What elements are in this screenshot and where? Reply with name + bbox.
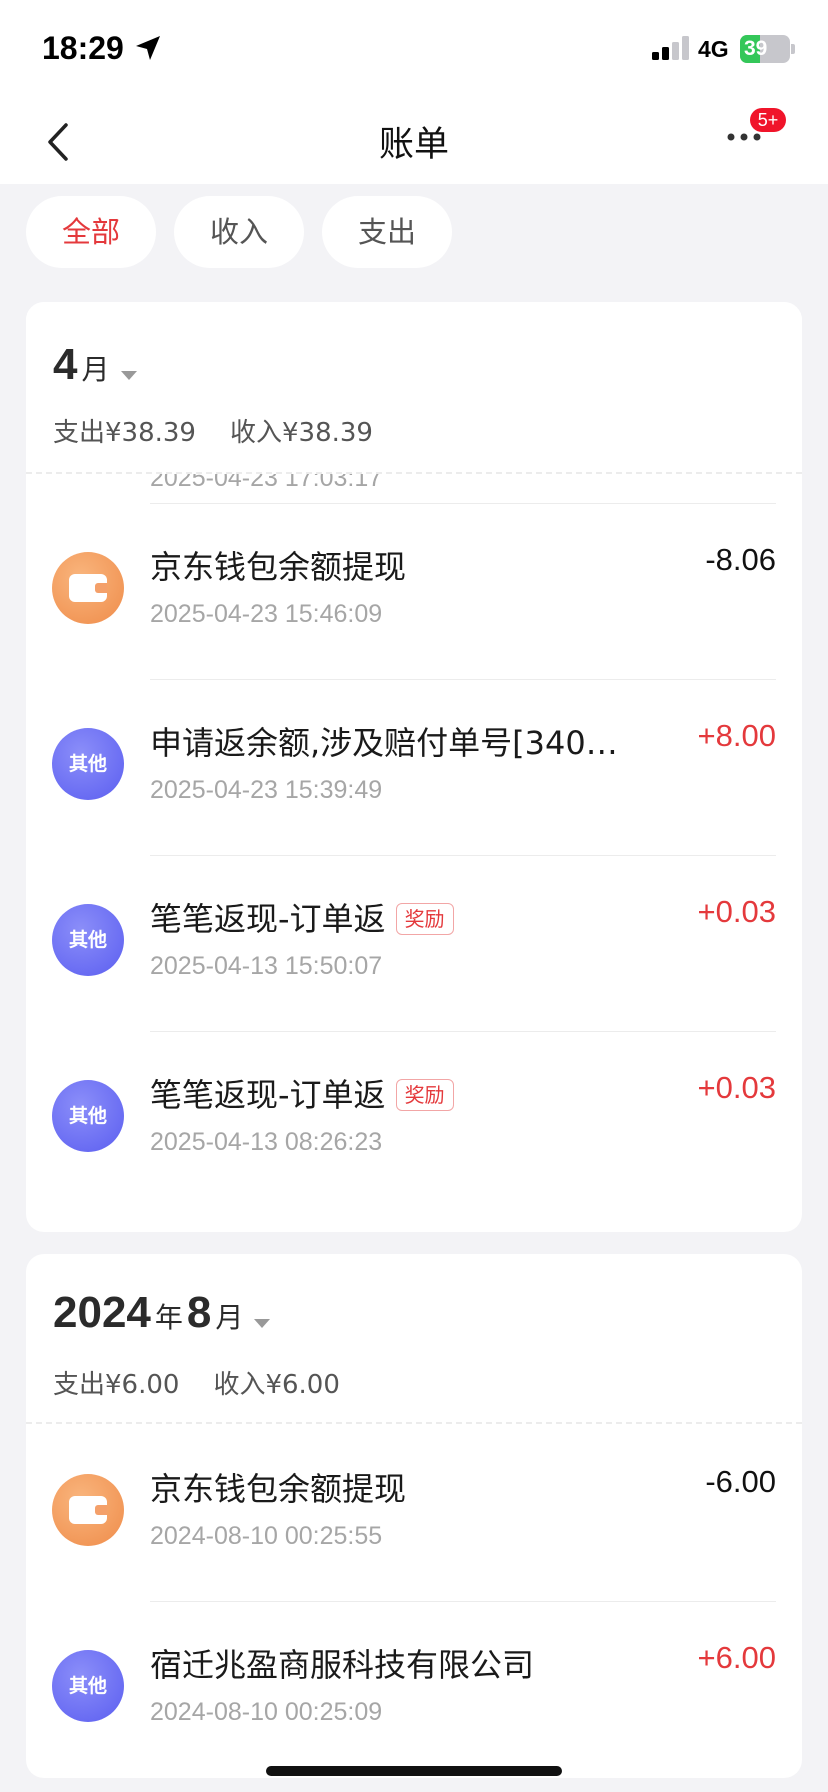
notification-badge: 5+ <box>750 108 786 132</box>
location-arrow-icon <box>136 36 160 60</box>
month-number: 4 <box>53 340 78 389</box>
section-header: 4月 支出¥38.39 收入¥38.39 <box>26 302 802 474</box>
income-total: 收入¥6.00 <box>213 1370 340 1400</box>
other-category-icon: 其他 <box>52 904 124 976</box>
caret-down-icon <box>120 370 137 380</box>
bill-section-april: 2025-04-23 17:03:17 京东钱包余额提现 2025-04-23 … <box>26 302 802 1232</box>
month-selector[interactable]: 4月 <box>53 340 138 390</box>
transaction-amount: +0.03 <box>697 894 776 929</box>
reward-tag: 奖励 <box>395 903 454 935</box>
expense-total: 支出¥6.00 <box>53 1370 180 1400</box>
transaction-time: 2024-08-10 00:25:55 <box>150 1522 383 1550</box>
transaction-time: 2025-04-13 08:26:23 <box>150 1128 383 1156</box>
status-time: 18:29 <box>42 30 124 66</box>
year-unit: 年 <box>154 1301 183 1334</box>
header-divider <box>26 1422 802 1424</box>
home-indicator[interactable] <box>266 1766 562 1776</box>
transaction-time: 2025-04-13 15:50:07 <box>150 952 383 980</box>
header-divider <box>26 472 802 474</box>
transaction-time: 2024-08-10 00:25:09 <box>150 1698 383 1726</box>
transaction-time: 2025-04-23 15:39:49 <box>150 776 383 804</box>
battery-cap <box>791 44 795 54</box>
nav-bar: 账单 5+ <box>0 92 828 184</box>
transaction-amount: +6.00 <box>697 1640 776 1675</box>
section-summary: 支出¥6.00 收入¥6.00 <box>53 1364 374 1401</box>
wallet-icon <box>52 552 124 624</box>
more-dots-icon[interactable] <box>726 132 762 142</box>
list-item[interactable]: 其他 申请返余额,涉及赔付单号[340… 2025-04-23 15:39:49… <box>26 680 802 856</box>
page-title: 账单 <box>378 125 449 165</box>
transaction-title: 申请返余额,涉及赔付单号[340… <box>150 724 618 762</box>
battery-level: 39 <box>744 37 768 60</box>
transaction-amount: +0.03 <box>697 1070 776 1105</box>
list-item[interactable]: 其他 笔笔返现-订单返 奖励 2025-04-13 08:26:23 +0.03 <box>26 1032 802 1208</box>
list-item[interactable]: 京东钱包余额提现 2025-04-23 15:46:09 -8.06 <box>26 504 802 680</box>
transaction-title: 京东钱包余额提现 <box>150 1470 407 1508</box>
transaction-amount: +8.00 <box>697 718 776 753</box>
transaction-amount: -8.06 <box>705 542 776 577</box>
other-category-icon: 其他 <box>52 1650 124 1722</box>
transaction-amount: -6.00 <box>705 1464 776 1499</box>
caret-down-icon <box>254 1318 271 1328</box>
month-selector[interactable]: 2024 年8 月 <box>53 1288 271 1338</box>
bill-section-2024-08: 2024 年8 月 支出¥6.00 收入¥6.00 京东钱包余额提现 2024-08-… <box>26 1254 802 1778</box>
other-category-icon: 其他 <box>52 1080 124 1152</box>
reward-tag: 奖励 <box>395 1079 454 1111</box>
list-item[interactable]: 其他 宿迁兆盈商服科技有限公司 2024-08-10 00:25:09 +6.0… <box>26 1602 802 1778</box>
section-summary: 支出¥38.39 收入¥38.39 <box>53 412 407 449</box>
wallet-icon <box>52 1474 124 1546</box>
year-number: 2024 <box>53 1288 151 1337</box>
status-bar: 18:29 4G 39 <box>0 0 828 92</box>
network-type: 4G <box>698 36 729 62</box>
expense-total: 支出¥38.39 <box>53 418 196 448</box>
transaction-title: 笔笔返现-订单返 奖励 <box>150 894 454 940</box>
list-item[interactable]: 其他 笔笔返现-订单返 奖励 2025-04-13 15:50:07 +0.03 <box>26 856 802 1032</box>
list-item[interactable]: 京东钱包余额提现 2024-08-10 00:25:55 -6.00 <box>26 1426 802 1602</box>
month-unit: 月 <box>81 353 110 386</box>
other-category-icon: 其他 <box>52 728 124 800</box>
transaction-title: 京东钱包余额提现 <box>150 548 407 586</box>
tab-income[interactable]: 收入 <box>174 196 304 268</box>
transaction-title: 宿迁兆盈商服科技有限公司 <box>150 1646 535 1684</box>
tab-expense[interactable]: 支出 <box>322 196 452 268</box>
month-unit: 月 <box>215 1301 244 1334</box>
tab-all[interactable]: 全部 <box>26 196 156 268</box>
transaction-title: 笔笔返现-订单返 奖励 <box>150 1070 454 1116</box>
income-total: 收入¥38.39 <box>229 418 373 448</box>
transaction-time: 2025-04-23 15:46:09 <box>150 600 383 628</box>
battery-charging-icon: 39 <box>740 35 790 63</box>
section-header: 2024 年8 月 支出¥6.00 收入¥6.00 <box>26 1254 802 1426</box>
month-number: 8 <box>186 1288 212 1337</box>
signal-icon <box>652 36 689 60</box>
